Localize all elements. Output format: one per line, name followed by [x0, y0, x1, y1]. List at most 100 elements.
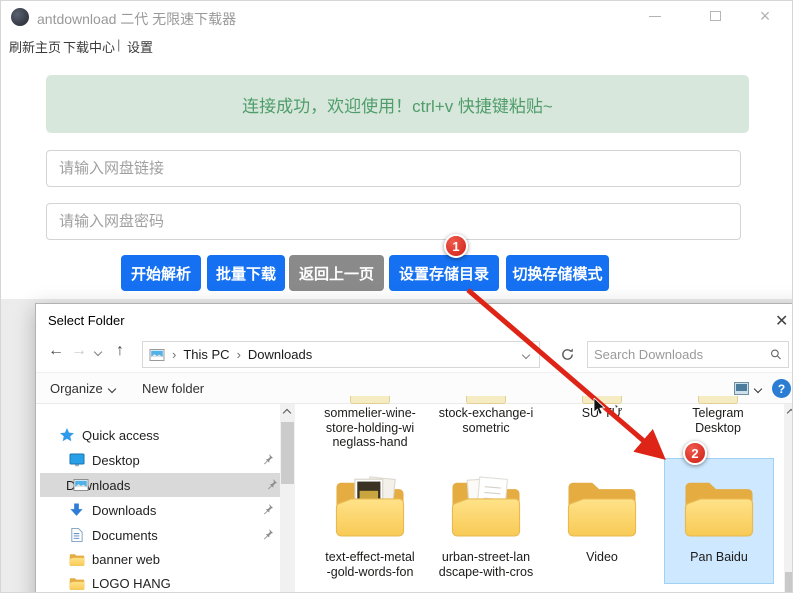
- file-label: text-effect-metal -gold-words-fon: [325, 550, 415, 579]
- link-input[interactable]: [46, 150, 741, 187]
- breadcrumb: › This PC › Downloads: [142, 341, 540, 368]
- menu-item-settings[interactable]: 设置: [127, 37, 153, 56]
- tree-scrollbar[interactable]: [280, 404, 295, 592]
- batch-download-button[interactable]: 批量下载: [207, 255, 285, 291]
- dialog-close-icon[interactable]: ✕: [775, 311, 788, 331]
- grid-scrollbar-thumb[interactable]: [785, 572, 792, 592]
- set-storage-dir-button[interactable]: 设置存储目录: [389, 255, 499, 291]
- breadcrumb-chevron-icon: ›: [236, 347, 241, 362]
- folder-icon: [68, 575, 85, 592]
- app-titlebar: antdownload 二代 无限速下载器 ×: [1, 1, 792, 31]
- nav-history-dropdown-icon[interactable]: [93, 347, 103, 357]
- folder-icon: [350, 396, 390, 404]
- password-input[interactable]: [46, 203, 741, 240]
- mouse-cursor-icon: [593, 398, 606, 415]
- file-item-telegram-desktop[interactable]: Telegram Desktop: [662, 396, 774, 435]
- app-title: antdownload 二代 无限速下载器: [37, 11, 237, 27]
- refresh-icon: [561, 348, 573, 360]
- file-label: stock-exchange-i sometric: [438, 406, 534, 435]
- search-box: [587, 341, 789, 368]
- dialog-title: Select Folder: [48, 313, 125, 328]
- maximize-button[interactable]: [693, 1, 737, 31]
- file-item-pan-baidu[interactable]: Pan Baidu: [663, 466, 775, 565]
- app-menubar: 刷新主页 下载中心 | 设置: [1, 32, 792, 56]
- folder-paper-preview-icon: [451, 476, 521, 537]
- breadcrumb-location-icon: [149, 348, 165, 361]
- app-logo-icon: [11, 8, 29, 26]
- refresh-button[interactable]: [553, 341, 581, 368]
- view-mode-button[interactable]: [734, 382, 763, 395]
- folder-icon: [698, 396, 738, 404]
- breadcrumb-dropdown-icon[interactable]: [521, 350, 531, 359]
- document-icon: [68, 527, 85, 544]
- parse-button[interactable]: 开始解析: [121, 255, 201, 291]
- help-icon: ?: [777, 381, 786, 396]
- tree-item-desktop[interactable]: Desktop: [36, 448, 280, 472]
- switch-storage-mode-button[interactable]: 切换存储模式: [506, 255, 609, 291]
- menu-item-refresh-home[interactable]: 刷新主页: [9, 37, 61, 56]
- scroll-up-icon[interactable]: [786, 408, 792, 418]
- grid-scrollbar[interactable]: [784, 404, 792, 592]
- folder-icon: [684, 482, 754, 537]
- tree-pane: Quick access Desktop Downloads Downloads…: [36, 404, 282, 592]
- select-folder-dialog: Select Folder ✕ ← → ↑ › This PC › Downlo…: [35, 303, 792, 592]
- minimize-icon: [649, 15, 661, 17]
- desktop-icon: [68, 452, 85, 469]
- annotation-step-1: 1: [444, 234, 468, 258]
- tree-item-banner-web[interactable]: banner web: [36, 547, 280, 571]
- tree-item-logo-hang[interactable]: LOGO HANG: [36, 571, 280, 592]
- scroll-up-icon[interactable]: [282, 408, 292, 418]
- tree-item-downloads-quickaccess[interactable]: Downloads: [40, 473, 282, 497]
- file-item-video[interactable]: Video: [546, 466, 658, 565]
- tree-scrollbar-thumb[interactable]: [281, 422, 294, 484]
- status-banner: 连接成功，欢迎使用！ctrl+v 快捷键粘贴~: [46, 75, 749, 133]
- breadcrumb-item-this-pc[interactable]: This PC: [183, 347, 229, 362]
- file-item-stock-exchange[interactable]: stock-exchange-i sometric: [430, 396, 542, 435]
- help-button[interactable]: ?: [772, 379, 791, 398]
- dialog-nav-bar: ← → ↑ › This PC › Downloads: [36, 340, 792, 370]
- file-label: sommelier-wine- store-holding-wi neglass…: [324, 406, 416, 449]
- file-item-sommelier[interactable]: sommelier-wine- store-holding-wi neglass…: [314, 396, 426, 450]
- file-item-urban-street[interactable]: urban-street-lan dscape-with-cros: [430, 466, 542, 579]
- maximize-icon: [709, 11, 721, 21]
- file-label: Telegram Desktop: [692, 406, 744, 435]
- breadcrumb-item-downloads[interactable]: Downloads: [248, 347, 312, 362]
- pin-icon[interactable]: [262, 528, 274, 543]
- tree-item-downloads[interactable]: Downloads: [36, 498, 280, 522]
- screen: antdownload 二代 无限速下载器 × 刷新主页 下载中心 | 设置 连…: [0, 0, 793, 593]
- tree-item-quick-access[interactable]: Quick access: [36, 423, 280, 447]
- breadcrumb-chevron-icon: ›: [172, 347, 177, 362]
- menu-separator: |: [117, 37, 121, 52]
- organize-button[interactable]: Organize: [50, 381, 116, 396]
- nav-back-button[interactable]: ←: [48, 342, 64, 360]
- view-mode-icon: [734, 382, 749, 395]
- pin-icon[interactable]: [266, 478, 278, 493]
- back-page-button[interactable]: 返回上一页: [289, 255, 384, 291]
- new-folder-button[interactable]: New folder: [142, 381, 204, 396]
- search-input[interactable]: [594, 347, 770, 362]
- nav-forward-button[interactable]: →: [71, 342, 87, 360]
- minimize-button[interactable]: [633, 1, 677, 31]
- annotation-step-2: 2: [683, 441, 707, 465]
- file-item-text-effect-metal[interactable]: text-effect-metal -gold-words-fon: [314, 466, 426, 579]
- nav-up-button[interactable]: ↑: [116, 342, 124, 360]
- star-icon: [58, 427, 75, 444]
- close-button[interactable]: ×: [743, 1, 787, 31]
- close-icon: ×: [759, 6, 771, 26]
- file-label: Video: [586, 550, 618, 564]
- status-banner-text: 连接成功，欢迎使用！ctrl+v 快捷键粘贴~: [242, 96, 553, 116]
- folder-icon: [466, 396, 506, 404]
- view-caret-icon: [753, 384, 763, 393]
- pin-icon[interactable]: [262, 453, 274, 468]
- picture-folder-icon: [72, 477, 89, 494]
- menu-item-download-center[interactable]: 下载中心: [63, 37, 115, 56]
- folder-icon: [68, 551, 85, 568]
- file-label: Pan Baidu: [690, 550, 748, 564]
- folder-icon: [567, 482, 637, 537]
- file-label: urban-street-lan dscape-with-cros: [438, 550, 534, 579]
- tree-item-documents[interactable]: Documents: [36, 523, 280, 547]
- organize-caret-icon: [107, 384, 116, 393]
- download-arrow-icon: [68, 502, 85, 519]
- pin-icon[interactable]: [262, 503, 274, 518]
- folder-gold-preview-icon: [335, 476, 405, 537]
